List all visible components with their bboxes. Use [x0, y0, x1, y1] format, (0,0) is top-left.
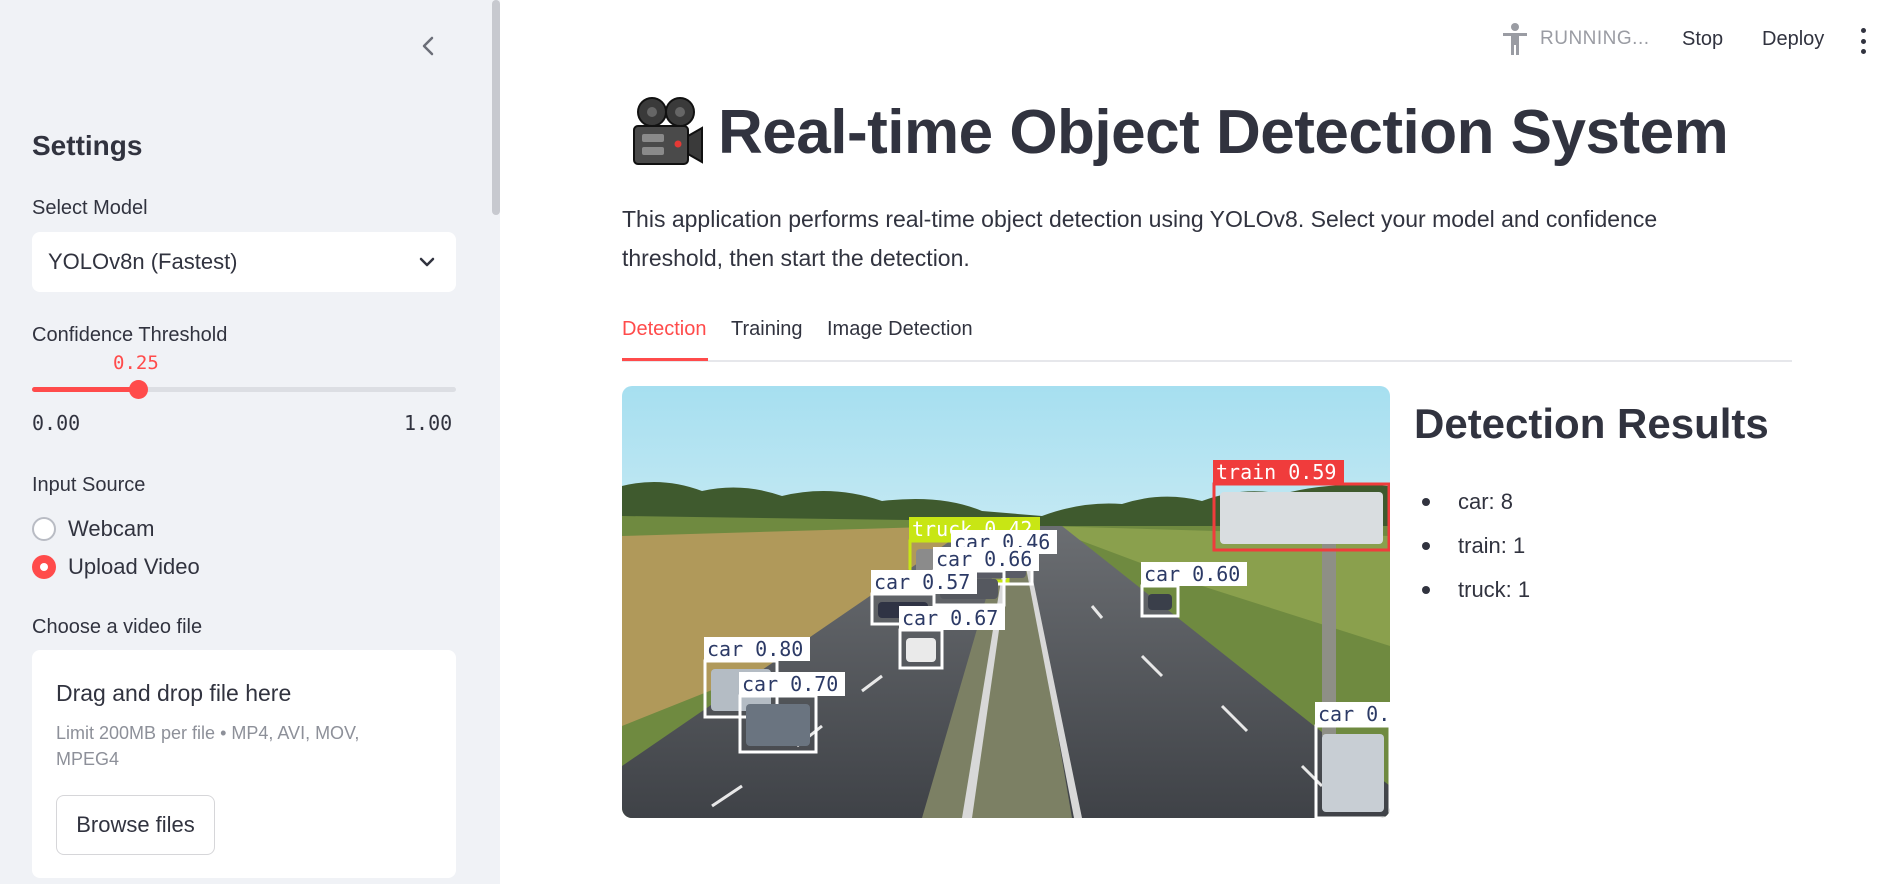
chevron-down-icon: [419, 257, 435, 267]
running-person-icon: [1503, 23, 1527, 55]
vehicle-shape: [906, 638, 936, 662]
model-select-value: YOLOv8n (Fastest): [48, 249, 238, 274]
radio-webcam[interactable]: Webcam: [32, 516, 154, 542]
confidence-slider[interactable]: [32, 380, 456, 399]
model-label: Select Model: [32, 197, 148, 219]
bullet: [1422, 498, 1430, 506]
detection-label: car 0.80: [707, 637, 803, 661]
tab-training[interactable]: Training: [731, 318, 803, 341]
chevron-left-icon: [422, 36, 434, 56]
radio-circle: [32, 517, 56, 541]
page-title-row: Real-time Object Detection System: [626, 92, 1729, 172]
input-source-label: Input Source: [32, 474, 146, 496]
slider-max-label: 1.00: [404, 411, 453, 435]
detection-label: car 0.57: [874, 570, 970, 594]
page-description: This application performs real-time obje…: [622, 206, 1658, 271]
deploy-button[interactable]: Deploy: [1762, 28, 1824, 51]
video-frame: train 0.59 truck 0.42 car 0.46 car 0.66 car …: [622, 386, 1390, 818]
vehicle-shape: [1148, 594, 1172, 610]
vehicle-shape: [1322, 734, 1384, 812]
uploader-title: Drag and drop file here: [56, 680, 292, 706]
result-text: truck: 1: [1458, 577, 1531, 602]
detection-label: car 0.66: [936, 547, 1032, 571]
sidebar-scrollbar[interactable]: [492, 0, 500, 215]
bullet: [1422, 586, 1430, 594]
radio-label: Webcam: [68, 516, 155, 541]
confidence-value: 0.25: [113, 352, 159, 374]
vehicle-shape: [1220, 492, 1383, 544]
detection-label: car 0.70: [742, 672, 838, 696]
tab-detection[interactable]: Detection: [622, 318, 707, 341]
vehicle-shape: [746, 704, 810, 746]
page-title: Real-time Object Detection System: [718, 97, 1729, 167]
collapse-sidebar-button[interactable]: [410, 28, 446, 64]
list-item: train: 1: [1422, 524, 1530, 568]
active-tab-indicator: [622, 358, 708, 361]
movie-camera-icon: [633, 97, 703, 165]
detection-label: car 0.67: [902, 606, 998, 630]
results-list: car: 8 train: 1 truck: 1: [1422, 480, 1530, 612]
running-status-text: RUNNING...: [1540, 28, 1650, 49]
browse-files-button[interactable]: Browse files: [56, 795, 215, 855]
list-item: truck: 1: [1422, 568, 1530, 612]
model-select[interactable]: YOLOv8n (Fastest): [32, 232, 456, 292]
radio-upload-video[interactable]: Upload Video: [32, 554, 200, 580]
slider-min-label: 0.00: [32, 411, 81, 435]
slider-fill: [32, 387, 138, 392]
sidebar: Settings Select Model YOLOv8n (Fastest) …: [0, 0, 500, 884]
tab-image-detection[interactable]: Image Detection: [827, 318, 973, 341]
tab-bar: Detection Training Image Detection: [622, 312, 1792, 362]
detection-video-image: train 0.59truck 0.42car 0.46car 0.66car …: [622, 386, 1390, 818]
radio-label: Upload Video: [68, 554, 200, 579]
bullet: [1422, 542, 1430, 550]
running-status: RUNNING...: [1500, 22, 1650, 56]
menu-dot: [1860, 49, 1866, 54]
detection-label: car 0.60: [1144, 562, 1240, 586]
menu-dot: [1860, 28, 1866, 33]
slider-thumb[interactable]: [129, 380, 148, 399]
file-label: Choose a video file: [32, 616, 203, 638]
result-text: car: 8: [1458, 489, 1514, 514]
menu-dot: [1860, 38, 1866, 44]
result-text: train: 1: [1458, 533, 1526, 558]
stop-button[interactable]: Stop: [1682, 28, 1723, 51]
confidence-label: Confidence Threshold: [32, 324, 228, 346]
main-menu-button[interactable]: [1858, 28, 1868, 54]
radio-circle-selected: [32, 555, 56, 579]
detection-label: car 0.84: [1318, 702, 1390, 726]
uploader-limit: Limit 200MB per file • MP4, AVI, MOV, MP…: [56, 723, 360, 769]
detection-label: train 0.59: [1216, 460, 1336, 484]
sidebar-title: Settings: [32, 130, 143, 161]
file-uploader-dropzone[interactable]: Drag and drop file here Limit 200MB per …: [32, 650, 456, 878]
results-title: Detection Results: [1414, 400, 1769, 447]
list-item: car: 8: [1422, 480, 1530, 524]
